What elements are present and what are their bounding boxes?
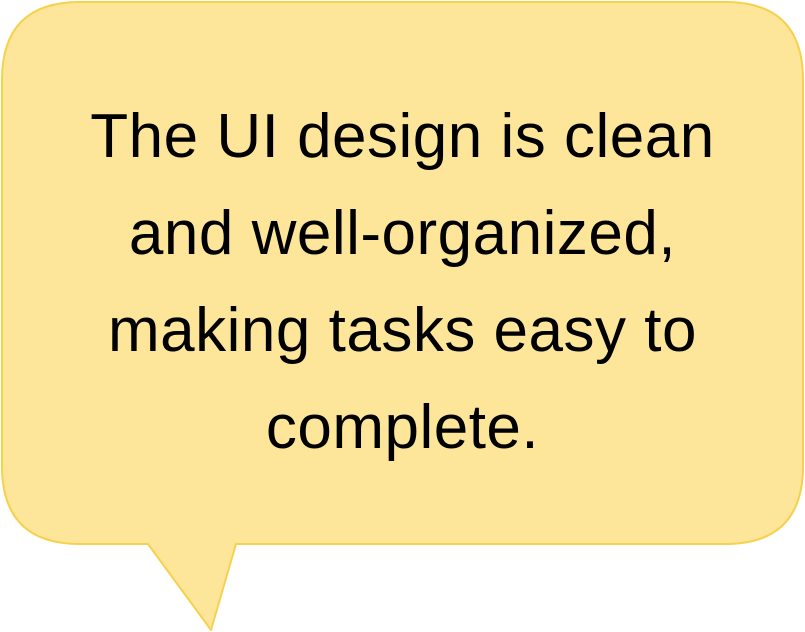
bubble-line-4: complete.	[265, 393, 540, 462]
bubble-line-2: and well-organized,	[128, 199, 677, 268]
speech-bubble-text: The UI design is clean and well-organize…	[30, 88, 775, 476]
bubble-line-3: making tasks easy to	[108, 296, 697, 365]
bubble-line-1: The UI design is clean	[90, 102, 715, 171]
speech-bubble-canvas: The UI design is clean and well-organize…	[0, 0, 805, 632]
